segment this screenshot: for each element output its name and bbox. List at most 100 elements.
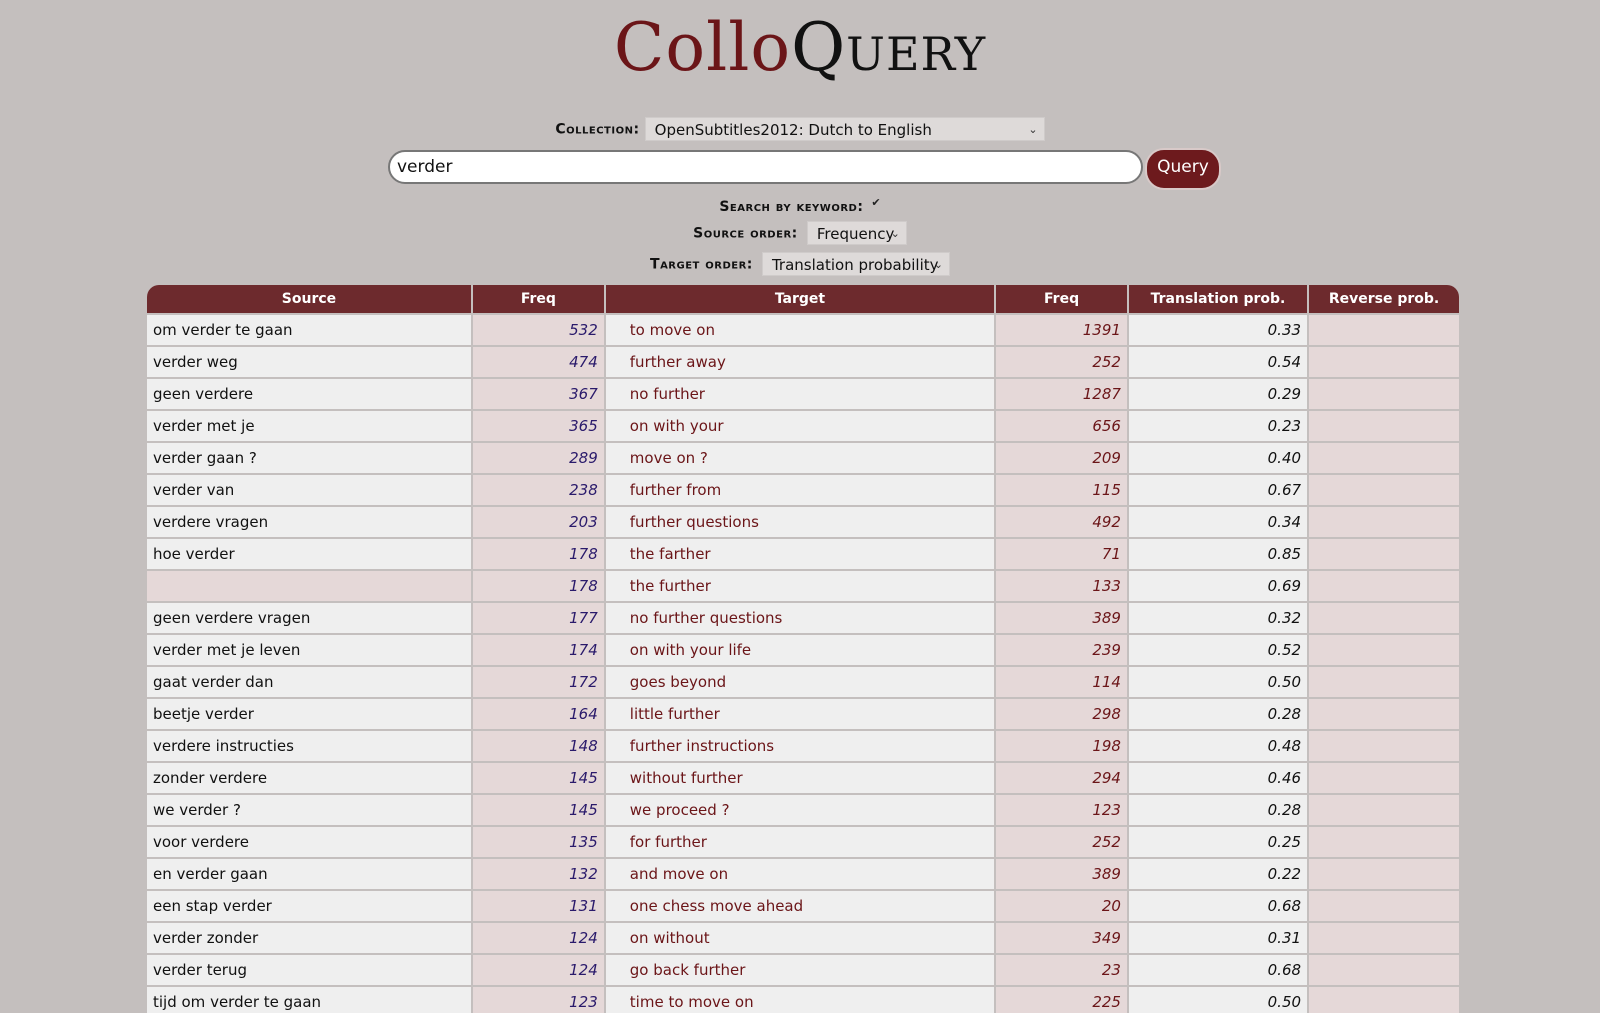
- collection-row: Collection: OpenSubtitles2012: Dutch to …: [0, 117, 1600, 141]
- app-logo: ColloQuery: [0, 6, 1600, 90]
- keyword-checkbox[interactable]: ✔: [871, 196, 880, 209]
- reverse-prob-cell: [1309, 475, 1459, 505]
- table-row[interactable]: zonder verdere 145 without further 294 0.46: [147, 763, 1459, 793]
- table-row[interactable]: tijd om verder te gaan 123 time to move on…: [147, 987, 1459, 1013]
- target-cell: goes beyond: [605, 667, 995, 697]
- table-row[interactable]: geen verdere 367 no further 1287 0.29: [147, 379, 1459, 409]
- source-cell: zonder verdere: [147, 763, 471, 793]
- table-row[interactable]: gaat verder dan 172 goes beyond 114 0.50: [147, 667, 1459, 697]
- search-input[interactable]: [388, 150, 1143, 184]
- source-order-select[interactable]: Frequency ⌄: [806, 221, 907, 245]
- source-freq-cell: 172: [472, 667, 604, 697]
- translation-prob-cell: 0.23: [1128, 411, 1308, 441]
- table-row[interactable]: verder weg 474 further away 252 0.54: [147, 347, 1459, 377]
- search-row: Query: [0, 148, 1600, 190]
- source-cell: verdere vragen: [147, 507, 471, 537]
- target-cell: further away: [605, 347, 995, 377]
- table-row[interactable]: om verder te gaan 532 to move on 1391 0.33: [147, 315, 1459, 345]
- reverse-prob-cell: [1309, 411, 1459, 441]
- translation-prob-cell: 0.52: [1128, 635, 1308, 665]
- target-order-value: Translation probability: [771, 256, 939, 274]
- query-button[interactable]: Query: [1145, 148, 1221, 190]
- translation-prob-cell: 0.31: [1128, 923, 1308, 953]
- translation-prob-cell: 0.85: [1128, 539, 1308, 569]
- source-freq-cell: 238: [472, 475, 604, 505]
- reverse-prob-cell: [1309, 667, 1459, 697]
- table-row[interactable]: we verder ? 145 we proceed ? 123 0.28: [147, 795, 1459, 825]
- translation-prob-cell: 0.22: [1128, 859, 1308, 889]
- target-freq-cell: 298: [996, 699, 1127, 729]
- table-row[interactable]: verder zonder 124 on without 349 0.31: [147, 923, 1459, 953]
- source-freq-cell: 177: [472, 603, 604, 633]
- target-freq-cell: 656: [996, 411, 1127, 441]
- chevron-down-icon: ⌄: [1028, 123, 1038, 136]
- table-row[interactable]: verder van 238 further from 115 0.67: [147, 475, 1459, 505]
- table-row[interactable]: hoe verder 178 the farther 71 0.85: [147, 539, 1459, 569]
- source-cell: voor verdere: [147, 827, 471, 857]
- table-row[interactable]: verdere vragen 203 further questions 492 0.3…: [147, 507, 1459, 537]
- target-order-select[interactable]: Translation probability ⌄: [761, 252, 950, 276]
- target-freq-cell: 115: [996, 475, 1127, 505]
- table-row[interactable]: verder met je leven 174 on with your life 2…: [147, 635, 1459, 665]
- source-cell: verder gaan ?: [147, 443, 471, 473]
- target-freq-cell: 1391: [996, 315, 1127, 345]
- source-cell: hoe verder: [147, 539, 471, 569]
- source-freq-cell: 145: [472, 795, 604, 825]
- source-cell: [147, 571, 471, 601]
- source-freq-cell: 123: [472, 987, 604, 1013]
- target-cell: on with your life: [605, 635, 995, 665]
- translation-prob-cell: 0.33: [1128, 315, 1308, 345]
- results-table-container: Source Freq Target Freq Translation prob…: [147, 285, 1459, 1013]
- target-freq-cell: 225: [996, 987, 1127, 1013]
- target-freq-cell: 133: [996, 571, 1127, 601]
- target-cell: the farther: [605, 539, 995, 569]
- reverse-prob-cell: [1309, 859, 1459, 889]
- table-row[interactable]: verdere instructies 148 further instructio…: [147, 731, 1459, 761]
- source-freq-cell: 145: [472, 763, 604, 793]
- table-row[interactable]: 178 the further 133 0.69: [147, 571, 1459, 601]
- source-freq-cell: 132: [472, 859, 604, 889]
- source-freq-cell: 148: [472, 731, 604, 761]
- source-freq-cell: 178: [472, 571, 604, 601]
- translation-prob-cell: 0.32: [1128, 603, 1308, 633]
- source-cell: en verder gaan: [147, 859, 471, 889]
- table-row[interactable]: geen verdere vragen 177 no further questio…: [147, 603, 1459, 633]
- table-row[interactable]: en verder gaan 132 and move on 389 0.22: [147, 859, 1459, 889]
- table-row[interactable]: verder terug 124 go back further 23 0.68: [147, 955, 1459, 985]
- table-row[interactable]: verder gaan ? 289 move on ? 209 0.40: [147, 443, 1459, 473]
- translation-prob-cell: 0.68: [1128, 955, 1308, 985]
- target-freq-cell: 252: [996, 827, 1127, 857]
- source-cell: verdere instructies: [147, 731, 471, 761]
- translation-prob-cell: 0.48: [1128, 731, 1308, 761]
- header-source-freq[interactable]: Freq: [472, 285, 604, 313]
- table-row[interactable]: verder met je 365 on with your 656 0.23: [147, 411, 1459, 441]
- reverse-prob-cell: [1309, 571, 1459, 601]
- header-source[interactable]: Source: [147, 285, 471, 313]
- target-freq-cell: 349: [996, 923, 1127, 953]
- target-cell: on without: [605, 923, 995, 953]
- target-cell: further instructions: [605, 731, 995, 761]
- source-cell: verder zonder: [147, 923, 471, 953]
- reverse-prob-cell: [1309, 603, 1459, 633]
- header-translation-prob[interactable]: Translation prob.: [1128, 285, 1308, 313]
- header-target-freq[interactable]: Freq: [996, 285, 1127, 313]
- source-cell: verder van: [147, 475, 471, 505]
- target-cell: one chess move ahead: [605, 891, 995, 921]
- header-reverse-prob[interactable]: Reverse prob.: [1309, 285, 1459, 313]
- target-cell: no further questions: [605, 603, 995, 633]
- translation-prob-cell: 0.50: [1128, 987, 1308, 1013]
- target-freq-cell: 294: [996, 763, 1127, 793]
- translation-prob-cell: 0.28: [1128, 795, 1308, 825]
- collection-select[interactable]: OpenSubtitles2012: Dutch to English ⌄: [644, 117, 1045, 141]
- table-row[interactable]: beetje verder 164 little further 298 0.28: [147, 699, 1459, 729]
- reverse-prob-cell: [1309, 795, 1459, 825]
- reverse-prob-cell: [1309, 443, 1459, 473]
- source-freq-cell: 203: [472, 507, 604, 537]
- translation-prob-cell: 0.40: [1128, 443, 1308, 473]
- table-row[interactable]: een stap verder 131 one chess move ahead 20…: [147, 891, 1459, 921]
- header-target[interactable]: Target: [605, 285, 995, 313]
- keyword-label: Search by keyword:: [719, 199, 864, 215]
- target-cell: time to move on: [605, 987, 995, 1013]
- table-row[interactable]: voor verdere 135 for further 252 0.25: [147, 827, 1459, 857]
- target-freq-cell: 239: [996, 635, 1127, 665]
